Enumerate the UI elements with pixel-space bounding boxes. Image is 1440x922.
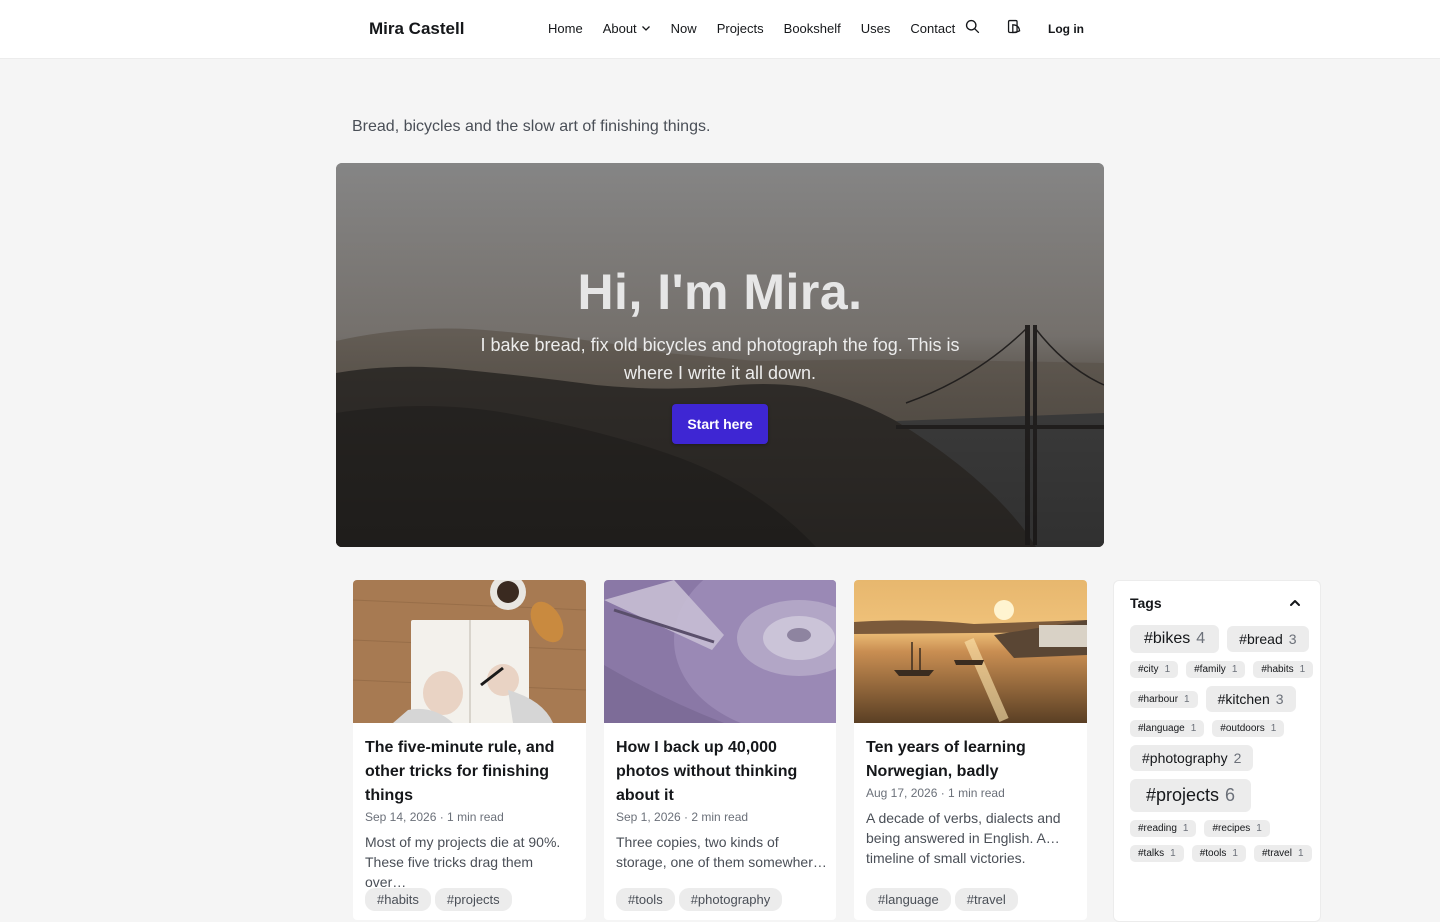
tag-label: #reading — [1138, 823, 1177, 834]
nav-now[interactable]: Now — [671, 21, 697, 36]
tag-count: 1 — [1164, 664, 1171, 675]
nav-home-label: Home — [548, 21, 583, 36]
tag-count: 1 — [1270, 723, 1277, 734]
nav-uses[interactable]: Uses — [861, 21, 891, 36]
tag-language[interactable]: #language 1 — [1130, 720, 1205, 737]
tag-bikes[interactable]: #bikes 4 — [1130, 625, 1220, 653]
tag-label: #kitchen — [1217, 691, 1270, 707]
tag-count: 6 — [1225, 785, 1236, 805]
tag-count: 1 — [1299, 664, 1306, 675]
tag-label: #bikes — [1144, 630, 1191, 647]
tag-family[interactable]: #family 1 — [1186, 661, 1246, 678]
nav-contact-label: Contact — [910, 21, 956, 36]
tag-label: #tools — [1199, 848, 1227, 859]
search-icon — [964, 18, 981, 40]
tag-count: 3 — [1288, 631, 1297, 647]
search-button[interactable] — [962, 19, 982, 39]
hero-banner: Hi, I'm Mira. I bake bread, fix old bicy… — [336, 163, 1104, 547]
tag-label: #recipes — [1212, 823, 1251, 834]
nav-home[interactable]: Home — [548, 21, 583, 36]
tag-talks[interactable]: #talks 1 — [1130, 845, 1184, 862]
tag-cloud: #bikes 4 #bread 3 #city 1 #family 1 #habits 1… — [1130, 625, 1314, 862]
tag-harbour[interactable]: #harbour 1 — [1130, 690, 1198, 708]
tag-label: #family — [1194, 664, 1226, 675]
tag-count: 1 — [1232, 848, 1238, 859]
post-card[interactable]: Ten years of learning Norwegian, badly A… — [854, 580, 1087, 920]
tag-count: 1 — [1256, 823, 1262, 834]
post-card-excerpt: Three copies, two kinds of storage, one … — [616, 834, 827, 870]
tag-label: #language — [1138, 723, 1185, 734]
tag-count: 1 — [1190, 723, 1197, 734]
post-card-excerpt: Most of my projects die at 90%. These fi… — [365, 834, 561, 890]
tag-count: 4 — [1196, 630, 1206, 647]
tag-reading[interactable]: #reading 1 — [1130, 820, 1197, 837]
nav-projects[interactable]: Projects — [717, 21, 764, 36]
post-card-image — [353, 580, 586, 723]
theme-toggle-icon — [1006, 18, 1023, 40]
nav-bookshelf-label: Bookshelf — [783, 21, 841, 36]
tag-tools[interactable]: #tools 1 — [1191, 845, 1246, 862]
site-header: Mira Castell Home About Now Projects Boo… — [0, 0, 1440, 59]
tag-label: #habits — [1261, 664, 1294, 675]
nav-projects-label: Projects — [716, 21, 764, 36]
tags-widget: Tags #bikes 4 #bread 3 #city 1 #family 1 #ha… — [1113, 580, 1321, 922]
post-card-excerpt: A decade of verbs, dialects and being an… — [866, 810, 1061, 866]
theme-toggle-button[interactable] — [1004, 19, 1024, 39]
tag-label: #projects — [1146, 785, 1220, 805]
tag-label: #city — [1138, 664, 1159, 675]
tag-kitchen[interactable]: #kitchen 3 — [1205, 686, 1296, 712]
tag-photography[interactable]: #photography 2 — [1130, 745, 1254, 771]
tag-count: 3 — [1275, 691, 1284, 707]
post-card-title[interactable]: Ten years of learning Norwegian, badly — [866, 736, 1076, 784]
tag-count: 1 — [1231, 664, 1238, 675]
post-card-image — [604, 580, 836, 723]
tag-label: #outdoors — [1220, 723, 1265, 734]
tag-recipes[interactable]: #recipes 1 — [1204, 820, 1270, 837]
main-nav: Home About Now Projects Bookshelf Uses C… — [548, 21, 975, 36]
post-card[interactable]: The five-minute rule, and other tricks f… — [353, 580, 586, 920]
post-card-meta: Sep 1, 2026 · 2 min read — [616, 810, 749, 824]
site-brand[interactable]: Mira Castell — [369, 19, 464, 39]
nav-contact[interactable]: Contact — [910, 21, 955, 36]
tag-count: 1 — [1184, 693, 1190, 705]
post-card-image — [854, 580, 1087, 723]
site-tagline: Bread, bicycles and the slow art of fini… — [352, 118, 711, 135]
tag-label: #talks — [1138, 848, 1165, 859]
tag-habits[interactable]: #habits 1 — [1253, 661, 1314, 678]
hero-subtitle: I bake bread, fix old bicycles and photo… — [480, 335, 960, 383]
nav-uses-label: Uses — [860, 21, 891, 36]
tags-widget-title: Tags — [1130, 595, 1162, 611]
post-card-meta: Aug 17, 2026 · 1 min read — [866, 786, 1005, 800]
nav-about-label: About — [602, 21, 637, 36]
nav-now-label: Now — [670, 21, 697, 36]
tag-bread[interactable]: #bread 3 — [1227, 626, 1309, 652]
nav-bookshelf[interactable]: Bookshelf — [784, 21, 841, 36]
start-here-button[interactable]: Start here — [672, 404, 768, 444]
login-link[interactable]: Log in — [1048, 22, 1084, 36]
post-card-title[interactable]: The five-minute rule, and other tricks f… — [365, 736, 575, 808]
tag-label: #photography — [1142, 750, 1228, 766]
tag-count: 1 — [1297, 848, 1304, 859]
post-card[interactable]: How I back up 40,000 photos without thin… — [604, 580, 836, 920]
tag-travel[interactable]: #travel 1 — [1253, 845, 1312, 862]
hero-title: Hi, I'm Mira. — [577, 264, 863, 320]
post-card-meta: Sep 14, 2026 · 1 min read — [365, 810, 504, 824]
tag-label: #harbour — [1138, 693, 1179, 705]
post-card-title[interactable]: How I back up 40,000 photos without thin… — [616, 736, 826, 808]
tag-count: 1 — [1170, 848, 1176, 859]
tag-label: #bread — [1239, 631, 1283, 647]
tag-count: 2 — [1233, 750, 1242, 766]
nav-about[interactable]: About — [603, 21, 651, 36]
tag-label: #travel — [1261, 848, 1292, 859]
chevron-up-icon[interactable] — [1288, 596, 1302, 610]
tag-count: 1 — [1182, 823, 1189, 834]
tag-outdoors[interactable]: #outdoors 1 — [1212, 720, 1285, 737]
chevron-down-icon — [641, 21, 651, 36]
tag-city[interactable]: #city 1 — [1130, 661, 1179, 678]
tag-projects[interactable]: #projects 6 — [1130, 779, 1252, 812]
